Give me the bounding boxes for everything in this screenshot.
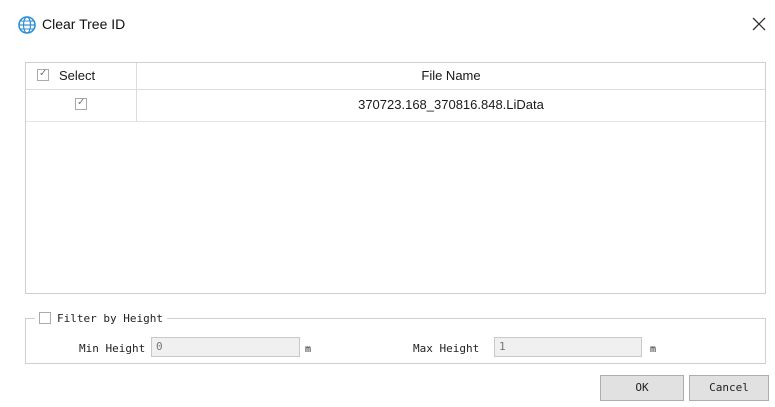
file-grid: ✓ Select File Name ✓ 370723.168_370816.8… [25,62,766,294]
globe-icon [18,16,36,34]
max-height-label: Max Height [413,342,480,355]
min-height-unit: m [305,344,312,355]
select-all-checkbox[interactable]: ✓ [37,68,49,81]
ok-button[interactable]: OK [600,375,684,401]
column-header-select[interactable]: Select [59,63,95,89]
cancel-button[interactable]: Cancel [689,375,769,401]
close-icon[interactable] [747,12,771,36]
table-row[interactable]: ✓ 370723.168_370816.848.LiData [26,89,765,122]
check-icon: ✓ [39,68,48,79]
filter-by-height-label: Filter by Height [57,311,163,325]
min-height-field[interactable]: 0 [151,337,300,357]
title-bar: Clear Tree ID [0,0,775,48]
filter-group-legend: Filter by Height [35,309,167,327]
min-height-label: Min Height [79,342,146,355]
column-header-file-name[interactable]: File Name [137,63,765,89]
dialog-title: Clear Tree ID [42,16,126,32]
check-icon: ✓ [77,97,86,108]
filter-by-height-checkbox[interactable] [39,312,51,324]
row-select-checkbox[interactable]: ✓ [75,97,87,110]
max-height-field[interactable]: 1 [494,337,642,357]
file-name-cell: 370723.168_370816.848.LiData [358,97,544,112]
max-height-unit: m [650,344,657,355]
